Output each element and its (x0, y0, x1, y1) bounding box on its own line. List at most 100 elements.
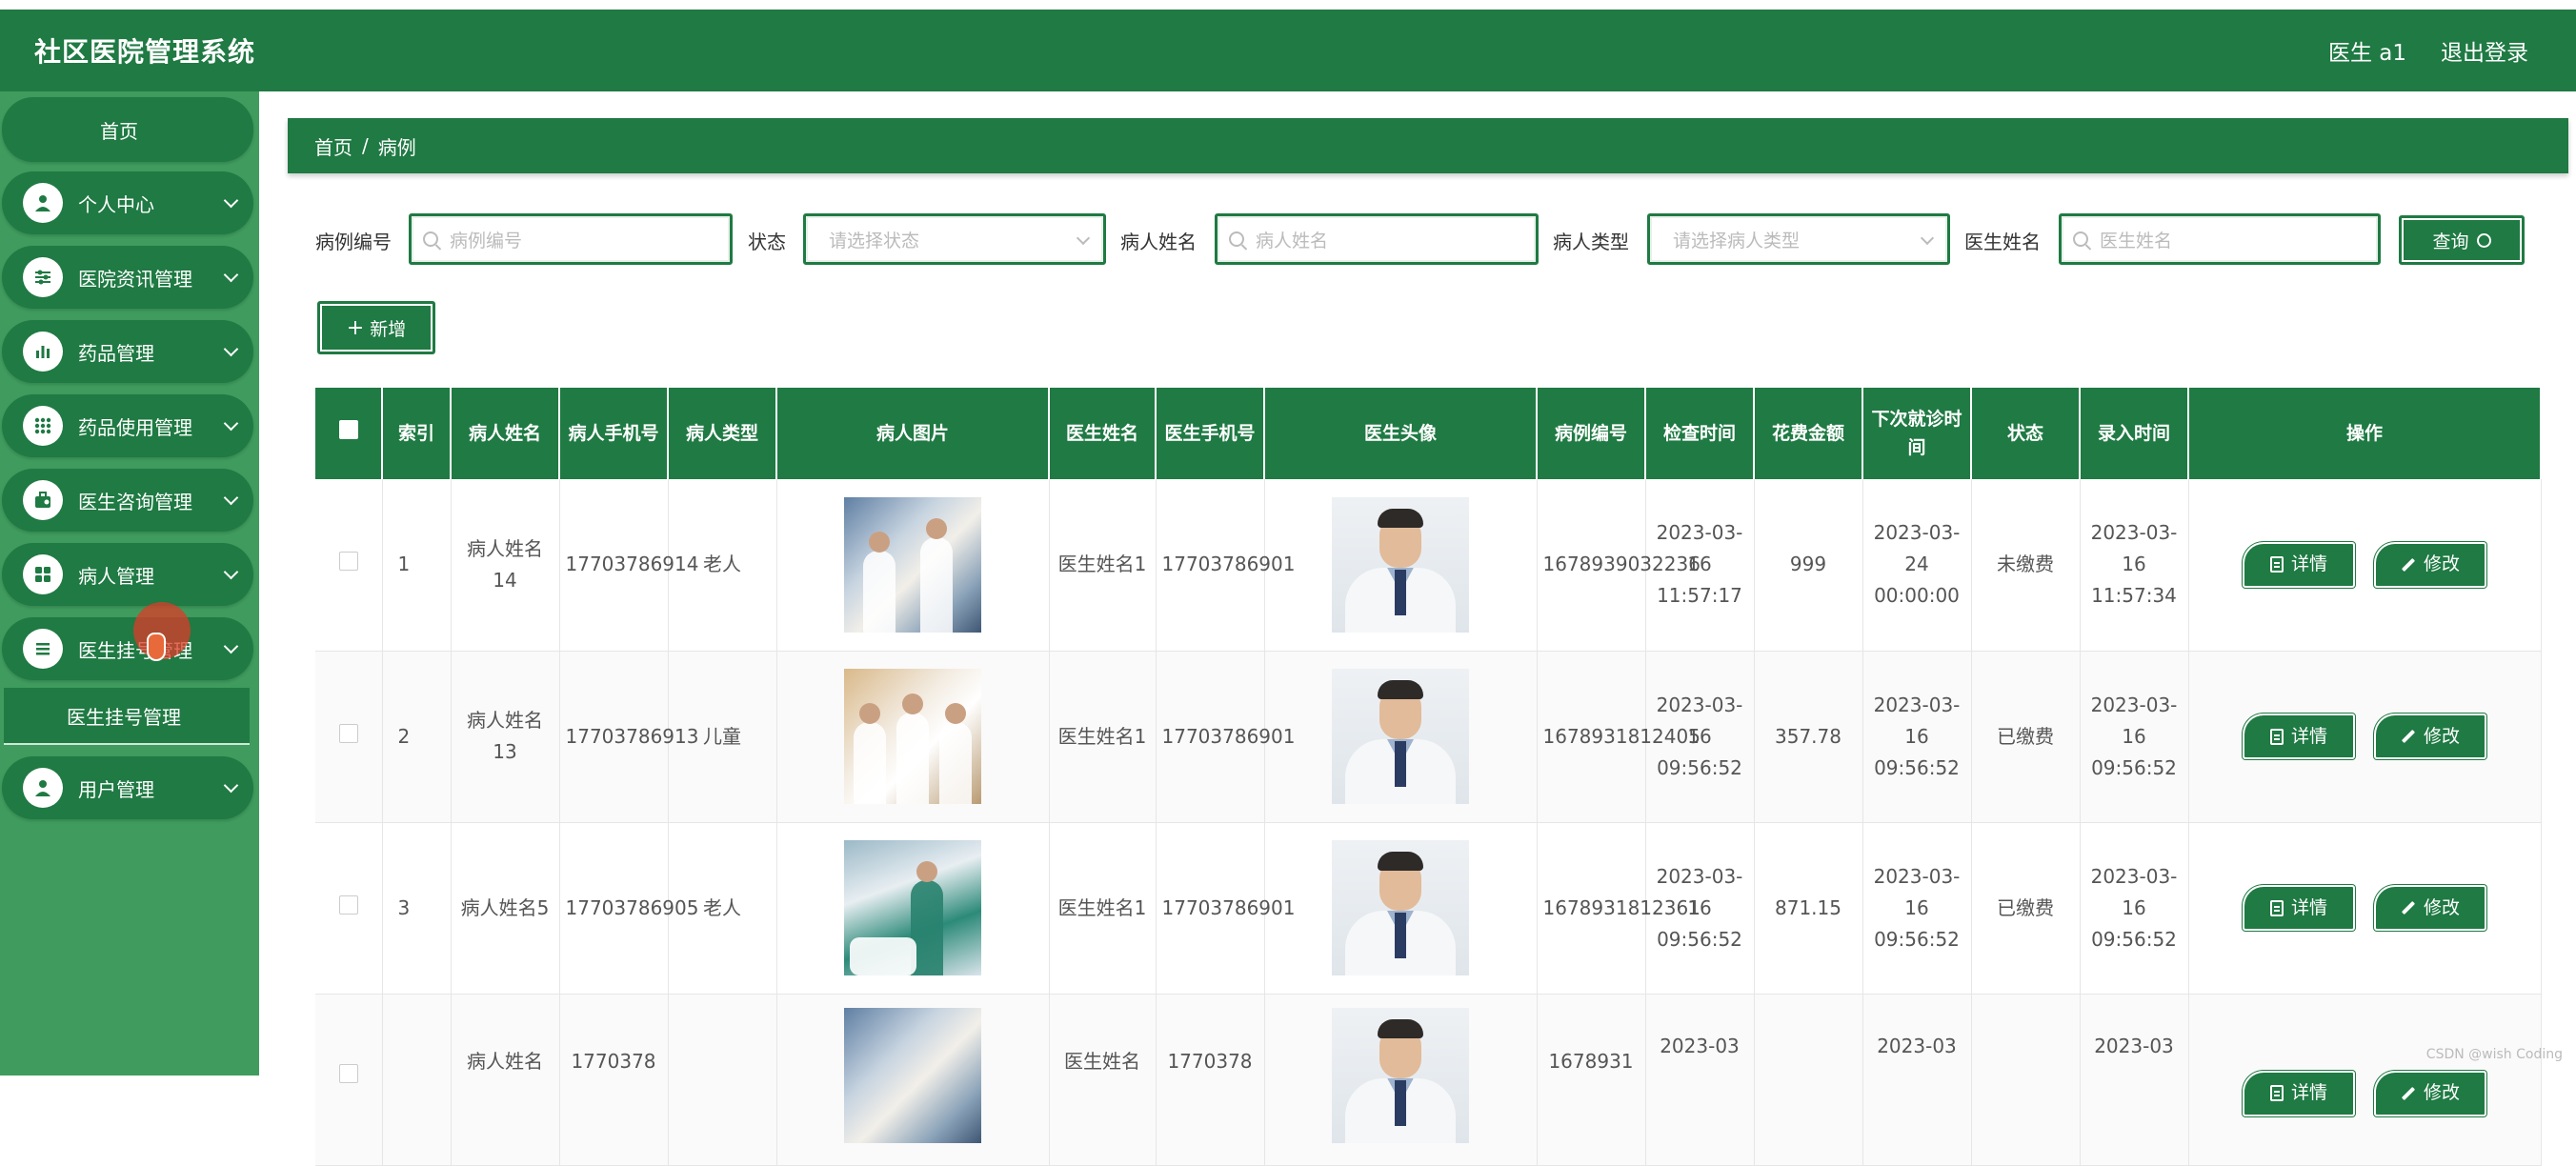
sidebar-subitem-registration[interactable]: 医生挂号管理 (4, 688, 250, 745)
breadcrumb: 首页 / 病例 (288, 118, 2568, 173)
row-checkbox[interactable] (338, 723, 358, 743)
cell-doctor-phone: 1770378 (1156, 994, 1265, 1166)
column-header: 录入时间 (2080, 388, 2189, 479)
chevron-down-icon (223, 267, 239, 282)
hand-cursor-icon (147, 633, 166, 661)
sidebar-item-users[interactable]: 用户管理 (2, 756, 253, 819)
pencil-icon (2401, 557, 2416, 572)
grid-dots-icon (23, 406, 63, 446)
sidebar-item-label: 用户管理 (78, 777, 154, 801)
cell-cost: 999 (1754, 479, 1863, 652)
breadcrumb-current: 病例 (377, 135, 416, 159)
cell-index: 2 (382, 651, 452, 823)
chevron-down-icon (223, 564, 239, 579)
table-row: 2 病人姓名13 17703786913 儿童 医生姓名1 1770378690… (315, 651, 2542, 823)
cell-case-no: 1678931 (1537, 994, 1646, 1166)
cell-case-no: 1678939032236 (1537, 479, 1701, 652)
cell-doctor-name: 医生姓名 (1049, 994, 1157, 1166)
sidebar-item-label: 病人管理 (78, 564, 154, 588)
cell-patient-phone: 17703786914 (559, 479, 698, 652)
sidebar-item-label: 首页 (100, 119, 138, 143)
case-no-input[interactable]: 病例编号 (409, 213, 733, 265)
edit-button[interactable]: 修改 (2374, 541, 2486, 588)
sidebar-item-medicine-usage[interactable]: 药品使用管理 (2, 394, 253, 457)
cell-patient-phone: 17703786905 (559, 822, 698, 995)
list-icon (23, 629, 63, 669)
doctor-name-input[interactable]: 医生姓名 (2059, 213, 2381, 265)
chevron-down-icon (223, 490, 239, 505)
detail-button[interactable]: 详情 (2243, 885, 2355, 931)
row-checkbox[interactable] (338, 552, 358, 572)
patient-type-select[interactable]: 请选择病人类型 (1647, 213, 1950, 265)
breadcrumb-separator: / (362, 134, 369, 157)
table-row: 1 病人姓名14 17703786914 老人 医生姓名1 1770378690… (315, 479, 2542, 652)
sidebar: 首页 个人中心 医院资讯管理 药品管理 药品使用管理 医生咨询管理 病人管理 医… (0, 91, 259, 1076)
document-icon (2269, 556, 2284, 573)
chevron-down-icon (1076, 231, 1091, 246)
sidebar-item-medicine[interactable]: 药品管理 (2, 320, 253, 383)
search-icon (2476, 232, 2491, 248)
cell-entry-time: 2023-03-16 11:57:34 (2080, 479, 2189, 652)
sliders-icon (23, 257, 63, 297)
cell-status: 已缴费 (1971, 651, 2081, 823)
row-checkbox[interactable] (338, 895, 358, 915)
cell-index (382, 994, 452, 1166)
column-header: 状态 (1971, 388, 2081, 479)
detail-button[interactable]: 详情 (2243, 1070, 2355, 1116)
detail-button[interactable]: 详情 (2243, 714, 2355, 759)
column-header: 下次就诊时间 (1862, 388, 1972, 479)
search-icon (423, 231, 438, 247)
table-row: 3 病人姓名5 17703786905 老人 医生姓名1 17703786901 (315, 822, 2542, 995)
pencil-icon (2401, 900, 2416, 915)
sidebar-item-registration[interactable]: 医生挂号管理 (2, 617, 253, 680)
current-user[interactable]: 医生 a1 (2328, 34, 2406, 67)
case-no-label: 病例编号 (315, 231, 392, 253)
cell-doctor-name: 医生姓名1 (1049, 822, 1157, 995)
column-header: 病例编号 (1537, 388, 1646, 479)
detail-button[interactable]: 详情 (2243, 541, 2355, 588)
doctor-name-label: 医生姓名 (1964, 231, 2041, 253)
status-select[interactable]: 请选择状态 (803, 213, 1106, 265)
sidebar-item-label: 个人中心 (78, 192, 154, 216)
row-checkbox[interactable] (338, 1063, 358, 1083)
chevron-down-icon (223, 341, 239, 356)
status-label: 状态 (748, 231, 786, 253)
sidebar-item-consultation[interactable]: 医生咨询管理 (2, 469, 253, 532)
patient-name-input[interactable]: 病人姓名 (1215, 213, 1539, 265)
user-icon (23, 183, 63, 223)
case-table: 索引 病人姓名 病人手机号 病人类型 病人图片 医生姓名 医生手机号 医生头像 … (315, 388, 2542, 1166)
column-header: 医生手机号 (1156, 388, 1265, 479)
cell-cost (1754, 994, 1863, 1166)
sidebar-item-patients[interactable]: 病人管理 (2, 543, 253, 606)
doctor-avatar (1332, 840, 1469, 975)
cell-next-visit: 2023-03-16 09:56:52 (1862, 651, 1972, 823)
plus-icon: + (346, 315, 365, 340)
sidebar-item-label: 医生咨询管理 (78, 490, 192, 513)
sidebar-item-home[interactable]: 首页 (2, 97, 253, 162)
cell-check-time: 2023-03 (1645, 994, 1755, 1166)
sidebar-item-personal-center[interactable]: 个人中心 (2, 171, 253, 234)
breadcrumb-home[interactable]: 首页 (314, 132, 352, 160)
cell-patient-phone: 17703786913 (559, 651, 698, 823)
patient-type-label: 病人类型 (1553, 231, 1629, 253)
cell-status (1971, 994, 2081, 1166)
cell-patient-name: 病人姓名 (451, 994, 560, 1166)
column-header: 医生姓名 (1049, 388, 1157, 479)
edit-button[interactable]: 修改 (2374, 1070, 2486, 1116)
edit-button[interactable]: 修改 (2374, 885, 2486, 931)
logout-button[interactable]: 退出登录 (2441, 34, 2528, 67)
cell-cost: 871.15 (1754, 822, 1863, 995)
select-all-checkbox[interactable] (338, 420, 358, 439)
chevron-down-icon (223, 777, 239, 793)
edit-button[interactable]: 修改 (2374, 714, 2486, 759)
chevron-down-icon (223, 415, 239, 431)
patient-photo (844, 669, 981, 804)
cell-entry-time: 2023-03-16 09:56:52 (2080, 822, 2189, 995)
sidebar-item-news[interactable]: 医院资讯管理 (2, 246, 253, 309)
table-row: 病人姓名 1770378 医生姓名 1770378 1678931 2023-0… (315, 994, 2542, 1166)
column-header: 医生头像 (1264, 388, 1538, 479)
cell-entry-time: 2023-03 (2080, 994, 2189, 1166)
query-button[interactable]: 查询 (2399, 215, 2525, 265)
cell-index: 3 (382, 822, 452, 995)
add-button[interactable]: + 新增 (317, 301, 435, 354)
